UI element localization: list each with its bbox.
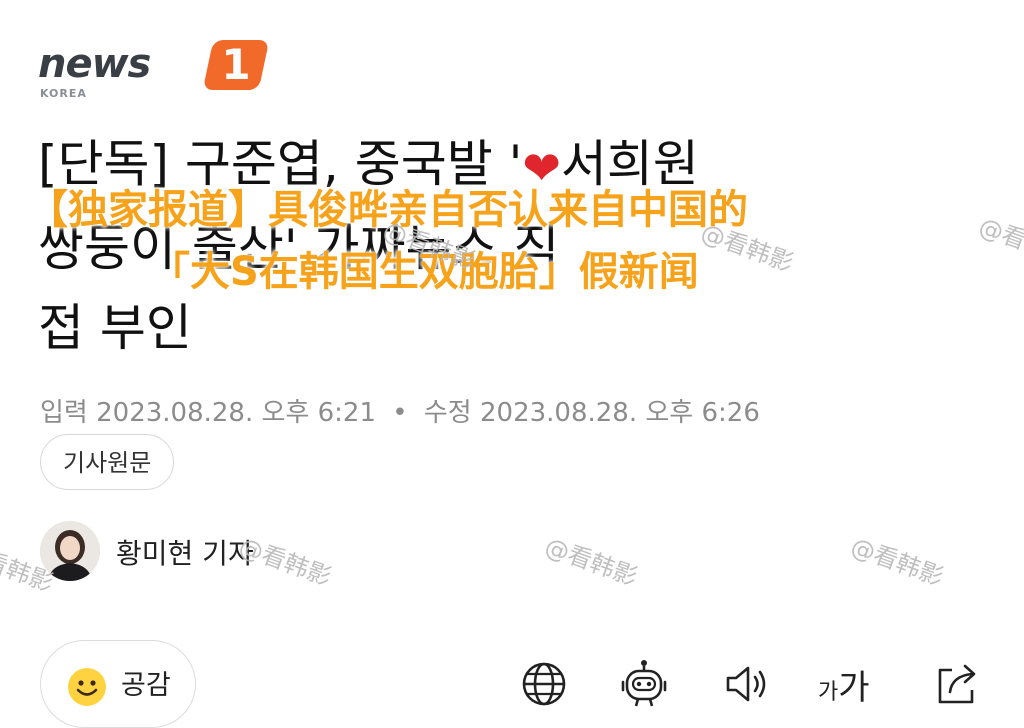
font-size-large-glyph: 가 <box>838 668 870 708</box>
reporter-name[interactable]: 황미현 기자 <box>116 532 254 572</box>
font-size-small-glyph: 가 <box>818 680 839 705</box>
caption-line-2: 「大S在韩国生双胞胎」假新闻 <box>150 249 699 295</box>
logo-badge-number: 1 <box>221 40 251 89</box>
watermark: @看韩影 <box>235 532 336 592</box>
ai-summary-button[interactable] <box>618 658 670 710</box>
smile-icon <box>68 668 106 706</box>
modified-label: 수정 <box>423 398 472 428</box>
speaker-icon <box>726 666 766 702</box>
share-button[interactable] <box>932 658 984 710</box>
modified-time: 2023.08.28. 오후 6:26 <box>479 398 760 428</box>
published-time: 2023.08.28. 오후 6:21 <box>96 398 376 428</box>
caption-line-1: 【独家报道】具俊晔亲自否认来自中国的 <box>28 187 748 233</box>
globe-icon <box>522 662 566 706</box>
article-dates: 입력 2023.08.28. 오후 6:21 • 수정 2023.08.28. … <box>40 392 760 429</box>
like-button[interactable]: 공감 <box>40 640 196 728</box>
translate-button[interactable] <box>518 658 570 710</box>
watermark: @看韩影 <box>541 532 642 592</box>
logo-wordmark: news <box>38 41 151 87</box>
original-article-button[interactable]: 기사원문 <box>40 434 175 490</box>
logo-region: KOREA <box>40 87 87 100</box>
watermark: @看韩影 <box>847 532 948 592</box>
news1-logo: news 1 KOREA <box>38 38 270 102</box>
robot-icon <box>621 660 667 707</box>
text-to-speech-button[interactable] <box>722 658 774 710</box>
meta-separator: • <box>392 398 408 428</box>
published-label: 입력 <box>40 398 88 428</box>
font-size-button[interactable]: 가가 <box>818 660 888 710</box>
share-icon <box>938 664 976 704</box>
logo-badge: 1 <box>202 40 270 90</box>
headline-line-3: 접 부인 <box>38 298 192 357</box>
like-label: 공감 <box>121 670 171 701</box>
